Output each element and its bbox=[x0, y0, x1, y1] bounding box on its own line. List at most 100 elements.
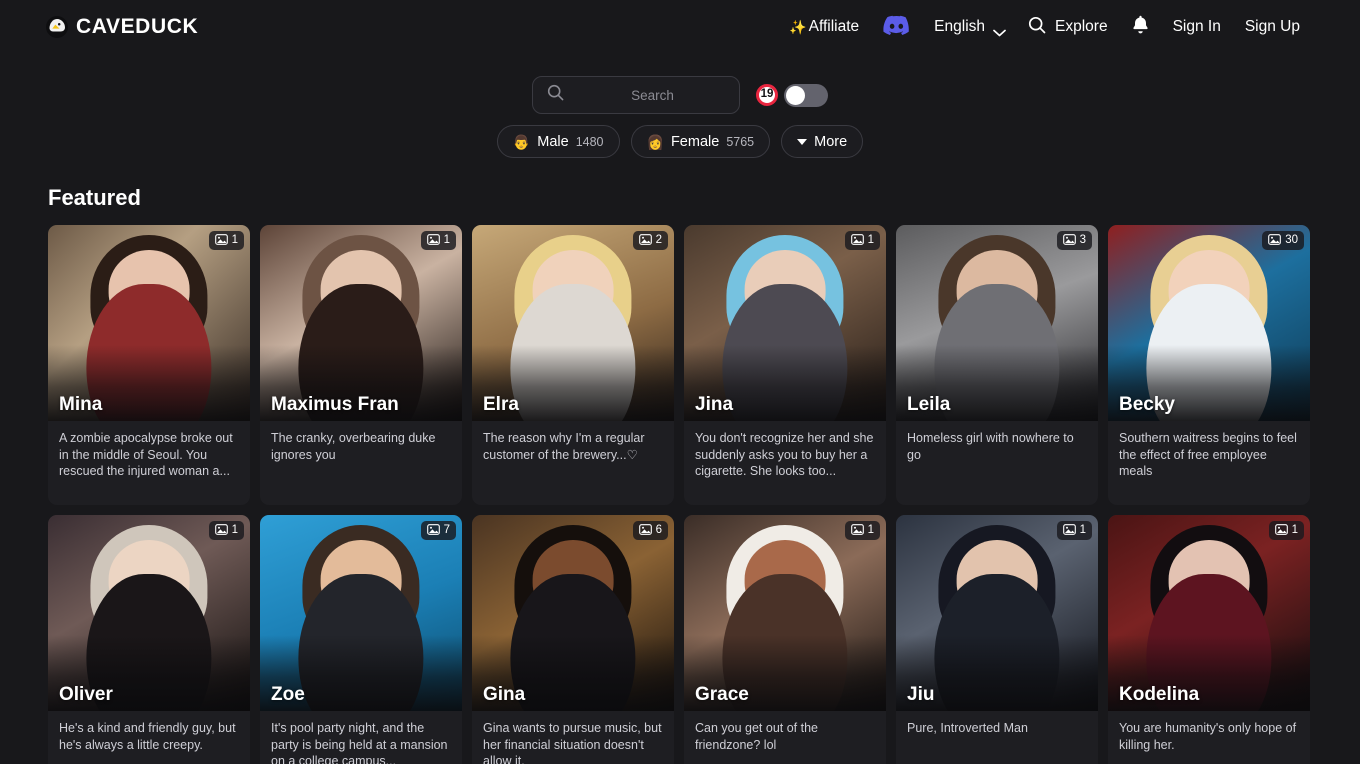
image-count: 7 bbox=[443, 523, 450, 536]
photo-icon bbox=[1062, 232, 1076, 250]
search-input-icon bbox=[547, 84, 564, 106]
image-count-badge: 3 bbox=[1056, 231, 1092, 250]
affiliate-label: Affiliate bbox=[808, 18, 860, 35]
site-header: CAVEDUCK ✨ Affiliate English Explore Sig… bbox=[0, 0, 1360, 54]
search-box[interactable] bbox=[532, 76, 755, 114]
photo-icon bbox=[638, 522, 652, 540]
character-description: He's a kind and friendly guy, but he's a… bbox=[59, 721, 236, 752]
card-image[interactable]: 2 Elra bbox=[472, 225, 674, 421]
discord-button[interactable] bbox=[883, 15, 910, 40]
card-image[interactable]: 1 Oliver bbox=[48, 515, 250, 711]
filter-label-more: More bbox=[814, 133, 848, 150]
card-image[interactable]: 6 Gina bbox=[472, 515, 674, 711]
character-name: Maximus Fran bbox=[271, 394, 399, 415]
brand-logo[interactable]: CAVEDUCK bbox=[46, 15, 198, 39]
search-section: 19 👨 Male 1480 👩 Female 5765 More bbox=[0, 54, 1360, 158]
card-image[interactable]: 1 Mina bbox=[48, 225, 250, 421]
character-description: Southern waitress begins to feel the eff… bbox=[1119, 431, 1297, 479]
image-count-badge: 1 bbox=[420, 231, 456, 250]
character-description: Gina wants to pursue music, but her fina… bbox=[483, 721, 662, 764]
toggle-knob bbox=[786, 85, 805, 105]
filter-pill-male[interactable]: 👨 Male 1480 bbox=[496, 125, 620, 158]
character-description: A zombie apocalypse broke out in the mid… bbox=[59, 431, 233, 479]
age-filter-toggle[interactable]: 19 bbox=[756, 83, 828, 107]
image-count: 3 bbox=[1079, 233, 1086, 246]
notifications-button[interactable] bbox=[1132, 15, 1149, 39]
character-card[interactable]: 7 Zoe It's pool party night, and the party… bbox=[260, 515, 462, 764]
card-image[interactable]: 1 Jina bbox=[684, 225, 886, 421]
character-card[interactable]: 3 Leila Homeless girl with nowhere to go bbox=[896, 225, 1098, 505]
explore-button[interactable]: Explore bbox=[1028, 16, 1108, 39]
character-card[interactable]: 1 Kodelina You are humanity's only hope of… bbox=[1108, 515, 1310, 764]
image-count-badge: 1 bbox=[1268, 521, 1304, 540]
search-input[interactable] bbox=[564, 87, 755, 103]
featured-card-grid: 1 Mina A zombie apocalypse broke out in th… bbox=[48, 225, 1314, 764]
photo-icon bbox=[214, 232, 228, 250]
character-name: Leila bbox=[907, 394, 951, 415]
image-count: 1 bbox=[867, 233, 874, 246]
character-card[interactable]: 30 Becky Southern waitress begins to feel … bbox=[1108, 225, 1310, 505]
featured-heading: Featured bbox=[48, 185, 141, 210]
card-image[interactable]: 7 Zoe bbox=[260, 515, 462, 711]
photo-icon bbox=[1062, 522, 1076, 540]
character-card[interactable]: 6 Gina Gina wants to pursue music, but her… bbox=[472, 515, 674, 764]
character-card[interactable]: 1 Maximus Fran The cranky, overbearing duk… bbox=[260, 225, 462, 505]
card-image[interactable]: 1 Grace bbox=[684, 515, 886, 711]
filter-pill-female[interactable]: 👩 Female 5765 bbox=[630, 125, 771, 158]
card-image[interactable]: 1 Jiu bbox=[896, 515, 1098, 711]
image-count: 30 bbox=[1285, 233, 1298, 246]
language-label: English bbox=[934, 18, 986, 35]
character-card[interactable]: 1 Mina A zombie apocalypse broke out in th… bbox=[48, 225, 250, 505]
character-description: You are humanity's only hope of killing … bbox=[1119, 721, 1297, 752]
photo-icon bbox=[1268, 232, 1282, 250]
header-nav: ✨ Affiliate English Explore Sign In Sign… bbox=[789, 15, 1300, 40]
filter-label-male: Male bbox=[537, 133, 569, 150]
card-image[interactable]: 30 Becky bbox=[1108, 225, 1310, 421]
card-image[interactable]: 1 Kodelina bbox=[1108, 515, 1310, 711]
sign-up-link[interactable]: Sign Up bbox=[1245, 18, 1300, 36]
image-count: 1 bbox=[1291, 523, 1298, 536]
character-card[interactable]: 1 Jina You don't recognize her and she sud… bbox=[684, 225, 886, 505]
photo-icon bbox=[426, 232, 440, 250]
filter-pill-more[interactable]: More bbox=[781, 125, 864, 158]
character-card[interactable]: 1 Grace Can you get out of the friendzone?… bbox=[684, 515, 886, 764]
image-count-badge: 1 bbox=[844, 231, 880, 250]
filter-label-female: Female bbox=[670, 133, 720, 150]
photo-icon bbox=[214, 522, 228, 540]
image-count-badge: 7 bbox=[420, 521, 456, 540]
photo-icon bbox=[426, 522, 440, 540]
image-count-badge: 30 bbox=[1262, 231, 1304, 250]
affiliate-link[interactable]: ✨ Affiliate bbox=[789, 18, 859, 36]
sparkles-icon: ✨ bbox=[789, 18, 807, 35]
character-description: Pure, Introverted Man bbox=[907, 721, 1028, 735]
image-count-badge: 6 bbox=[632, 521, 668, 540]
sign-in-link[interactable]: Sign In bbox=[1173, 18, 1221, 36]
character-name: Gina bbox=[483, 684, 526, 705]
character-name: Grace bbox=[695, 684, 749, 705]
search-icon bbox=[1028, 16, 1046, 39]
filter-count-male: 1480 bbox=[575, 134, 604, 149]
image-count-badge: 1 bbox=[844, 521, 880, 540]
image-count: 1 bbox=[443, 233, 450, 246]
character-card[interactable]: 1 Oliver He's a kind and friendly guy, but… bbox=[48, 515, 250, 764]
character-name: Zoe bbox=[271, 684, 305, 705]
character-description: You don't recognize her and she suddenly… bbox=[695, 431, 874, 479]
language-selector[interactable]: English bbox=[934, 18, 1006, 36]
character-description: Homeless girl with nowhere to go bbox=[907, 431, 1074, 462]
image-count-badge: 2 bbox=[632, 231, 668, 250]
image-count: 1 bbox=[231, 233, 238, 246]
filter-pills: 👨 Male 1480 👩 Female 5765 More bbox=[496, 125, 864, 158]
image-count: 2 bbox=[655, 233, 662, 246]
card-image[interactable]: 3 Leila bbox=[896, 225, 1098, 421]
card-image[interactable]: 1 Maximus Fran bbox=[260, 225, 462, 421]
photo-icon bbox=[850, 232, 864, 250]
image-count: 1 bbox=[231, 523, 238, 536]
image-count-badge: 1 bbox=[1056, 521, 1092, 540]
photo-icon bbox=[850, 522, 864, 540]
character-name: Kodelina bbox=[1119, 684, 1200, 705]
character-description: Can you get out of the friendzone? lol bbox=[695, 721, 819, 752]
nsfw-toggle-switch[interactable] bbox=[784, 83, 828, 107]
character-card[interactable]: 2 Elra The reason why I'm a regular custom… bbox=[472, 225, 674, 505]
photo-icon bbox=[638, 232, 652, 250]
character-card[interactable]: 1 Jiu Pure, Introverted Man bbox=[896, 515, 1098, 764]
